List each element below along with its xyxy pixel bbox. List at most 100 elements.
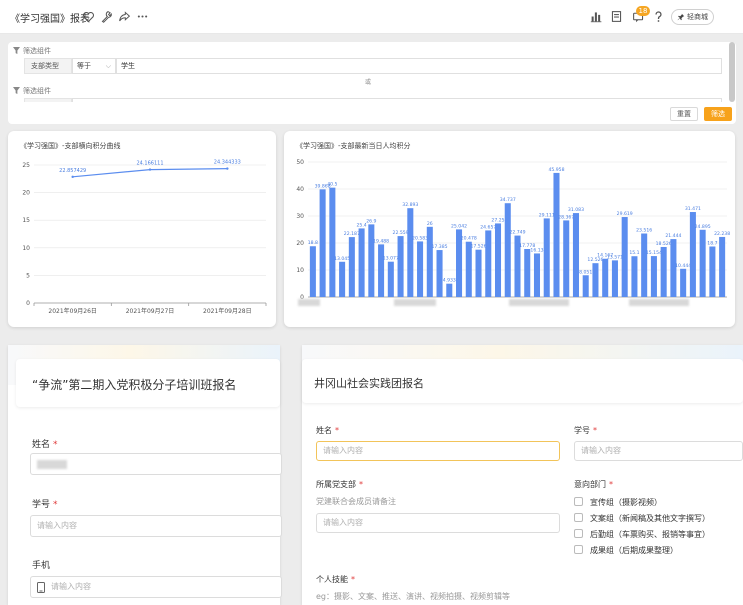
reset-button[interactable]: 重置: [670, 107, 698, 121]
checkbox[interactable]: [574, 529, 583, 538]
checkbox[interactable]: [574, 545, 583, 554]
y-tick-label: 5: [26, 272, 30, 279]
filter-or-text: 或: [365, 79, 372, 86]
skills-label: 个人技能 *: [316, 575, 355, 584]
more-icon[interactable]: [134, 8, 150, 24]
data-label: 22.857429: [59, 168, 86, 174]
bar: [592, 263, 599, 297]
department-option-results[interactable]: 成果组（后期成果整理）: [574, 545, 678, 556]
data-label: 15.154: [646, 250, 662, 256]
bar: [397, 236, 404, 297]
data-label: 15.1: [629, 250, 639, 256]
report-header: 《学习强国》报表 18 轻商城: [0, 0, 743, 34]
bar: [602, 258, 609, 297]
data-label: 18.526: [656, 241, 672, 247]
wrench-icon[interactable]: [98, 8, 114, 24]
bar: [319, 189, 326, 297]
data-label: 24.657: [480, 224, 496, 230]
line-chart-card: 《学习强国》-支部横向积分曲线 0 5 10 15 20 25 2021年09月26日 202…: [8, 131, 276, 327]
data-point: [226, 167, 229, 170]
student-id-input[interactable]: 请输入内容: [30, 515, 282, 537]
data-label: 31.083: [568, 207, 584, 213]
filter-value-input[interactable]: 学生: [116, 58, 722, 74]
data-label: 20.478: [461, 236, 477, 242]
y-tick-label: 0: [26, 300, 30, 307]
bar: [709, 246, 716, 297]
checkbox[interactable]: [574, 513, 583, 522]
department-option-copywriting[interactable]: 文案组（新闻稿及其他文字撰写）: [574, 513, 710, 524]
light-mall-button[interactable]: 轻商城: [671, 9, 714, 25]
skills-hint: eg：摄影、文案、推送、演讲、视频拍摄、视频剪辑等: [316, 592, 510, 601]
bar: [563, 220, 570, 297]
filter-icon: [13, 87, 20, 94]
data-point: [148, 168, 152, 171]
light-mall-label: 轻商城: [687, 13, 708, 21]
help-icon[interactable]: [650, 8, 666, 24]
filter-group-label: 筛选组件: [13, 46, 51, 56]
data-label: 16.13: [530, 247, 543, 253]
bar: [407, 208, 414, 297]
branch-label: 所属党支部 *: [316, 480, 363, 489]
name-input[interactable]: 请输入内容: [316, 441, 560, 461]
blurred-xlabel: [629, 299, 689, 306]
data-label: 45.958: [548, 167, 564, 173]
bar: [553, 172, 560, 297]
phone-input[interactable]: 请输入内容: [30, 576, 282, 598]
branch-input[interactable]: 请输入内容: [316, 513, 560, 533]
bar: [309, 246, 316, 297]
bar: [641, 233, 648, 297]
bar-chart: 0102030405018.839.86840.513.04522.18725.…: [296, 159, 730, 301]
filter-operator-select[interactable]: 等于 ⌵: [72, 58, 116, 74]
y-tick-label: 10: [22, 245, 30, 252]
data-label: 10.444: [675, 263, 691, 269]
x-tick-label: 2021年09月28日: [203, 307, 252, 315]
heart-icon[interactable]: [80, 8, 96, 24]
phone-icon: [37, 582, 45, 593]
bar-chart-card: 《学习强国》-支部最新当日人均积分 0 10 20 30 40 50 18.8 39.868 4…: [284, 131, 735, 327]
bar: [650, 256, 657, 297]
department-option-logistics[interactable]: 后勤组（车票购买、报销等事宜）: [574, 529, 710, 540]
student-id-label: 学号 *: [574, 426, 597, 435]
y-tick-label: 10: [296, 267, 304, 274]
data-label: 31.471: [685, 206, 701, 212]
form-title-box: 井冈山社会实践团报名: [302, 359, 743, 403]
bar-chart-icon[interactable]: [588, 8, 604, 24]
party-training-form: “争流”第二期入党积极分子培训班报名 姓名 * 学号 * 请输入内容 手机 请输入内…: [8, 345, 282, 605]
bar: [426, 226, 433, 297]
data-label: 24.344333: [214, 160, 241, 166]
document-icon[interactable]: [608, 8, 624, 24]
blurred-xlabel: [394, 299, 436, 306]
filter-icon: [13, 47, 20, 54]
data-label: 40.5: [327, 182, 337, 188]
form-title: 井冈山社会实践团报名: [314, 377, 424, 390]
bar: [465, 241, 472, 297]
checkbox[interactable]: [574, 497, 583, 506]
name-input[interactable]: [30, 453, 282, 475]
bar: [631, 256, 638, 297]
student-id-label: 学号 *: [32, 500, 58, 510]
bar: [699, 229, 706, 297]
blurred-xlabel: [298, 299, 320, 306]
filter-value-input-2[interactable]: [72, 98, 722, 102]
bar: [621, 217, 628, 297]
chevron-down-icon: ⌵: [105, 62, 111, 70]
data-label: 4.933: [443, 278, 456, 284]
data-label: 13.077: [383, 256, 399, 262]
bar: [582, 275, 589, 297]
filter-field-name-2: [24, 98, 72, 102]
query-button[interactable]: 筛选: [704, 107, 732, 121]
data-label: 18.7: [707, 241, 717, 247]
data-label: 34.737: [500, 197, 516, 203]
name-label: 姓名 *: [316, 426, 339, 435]
filter-field-name: 支部类型: [24, 58, 72, 74]
department-option-publicity[interactable]: 宣传组（摄影视频）: [574, 497, 662, 508]
bar: [387, 261, 394, 297]
data-label: 24.895: [695, 224, 711, 230]
y-tick-label: 20: [22, 190, 30, 197]
filter-scrollbar[interactable]: [729, 42, 735, 102]
bar: [660, 246, 667, 297]
data-label: 32.893: [402, 202, 418, 208]
student-id-input[interactable]: 请输入内容: [574, 441, 743, 461]
bar: [339, 261, 346, 297]
share-icon[interactable]: [116, 8, 132, 24]
